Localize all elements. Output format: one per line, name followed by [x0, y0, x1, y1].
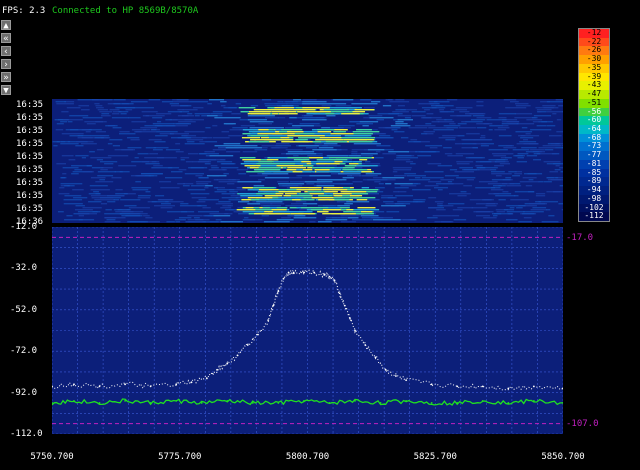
- data-point: [226, 362, 229, 365]
- forward-fast-button[interactable]: »: [1, 72, 11, 83]
- data-point: [205, 377, 208, 380]
- data-point: [374, 356, 377, 359]
- data-point: [379, 402, 382, 404]
- data-point: [175, 383, 178, 386]
- waterfall-display[interactable]: [52, 99, 563, 223]
- data-point: [364, 344, 367, 346]
- left-icon: ‹: [3, 47, 9, 57]
- data-point: [395, 375, 397, 377]
- data-point: [303, 399, 305, 402]
- waterfall-timestamp: 16:35: [16, 204, 44, 214]
- data-point: [456, 402, 459, 404]
- rewind-fast-button[interactable]: «: [1, 33, 11, 44]
- data-point: [257, 333, 259, 336]
- connection-status: Connected to HP 8569B/8570A: [52, 6, 199, 16]
- data-point: [190, 381, 193, 384]
- data-point: [313, 271, 316, 274]
- waterfall-timestamp: 16:35: [16, 113, 44, 123]
- ref-level-top-label: -17.0: [566, 233, 594, 243]
- data-point: [333, 279, 336, 282]
- data-point: [200, 402, 203, 404]
- down-arrow-icon: ▼: [3, 86, 9, 96]
- data-point: [405, 379, 408, 382]
- y-tick-label: -72.0: [10, 346, 38, 357]
- scroll-up-button[interactable]: ▲: [1, 20, 11, 31]
- data-point: [175, 399, 178, 402]
- data-point: [430, 402, 433, 404]
- data-point: [73, 383, 75, 386]
- data-point: [149, 402, 152, 404]
- data-point: [98, 385, 101, 388]
- data-point: [292, 271, 295, 274]
- legend-level: -112: [579, 212, 609, 221]
- waterfall-timestamp: 16:35: [16, 191, 44, 201]
- waterfall-timestamp: 16:35: [16, 178, 44, 188]
- data-point: [481, 399, 484, 402]
- data-point: [236, 354, 239, 357]
- waterfall-timestamp: 16:35: [16, 139, 44, 149]
- y-tick-label: -112.0: [10, 429, 43, 439]
- waterfall-timestamp: 16:35: [16, 152, 44, 162]
- y-tick-label: -32.0: [10, 263, 38, 274]
- waterfall-timestamp: 16:35: [16, 126, 44, 136]
- scroll-down-button[interactable]: ▼: [1, 85, 11, 96]
- data-point: [349, 317, 351, 319]
- spectrum-plot[interactable]: [52, 227, 563, 434]
- data-point: [507, 402, 510, 404]
- data-point: [124, 383, 126, 386]
- data-point: [328, 275, 331, 278]
- data-point: [216, 368, 218, 371]
- data-point: [251, 402, 254, 404]
- data-point: [430, 383, 433, 386]
- data-point: [343, 304, 346, 307]
- data-point: [323, 273, 326, 276]
- x-tick-label: 5775.700: [158, 452, 202, 462]
- data-point: [338, 292, 341, 295]
- forward-button[interactable]: ›: [1, 59, 11, 70]
- waterfall-timestamp: 16:35: [16, 165, 44, 175]
- up-arrow-icon: ▲: [3, 21, 9, 31]
- data-point: [384, 368, 387, 371]
- y-tick-label: -52.0: [10, 304, 38, 315]
- data-point: [73, 399, 75, 402]
- x-tick-label: 5825.700: [413, 452, 457, 462]
- data-point: [226, 399, 229, 402]
- y-tick-label: -12.0: [10, 222, 38, 232]
- x-tick-label: 5800.700: [285, 452, 330, 462]
- y-tick-label: -92.0: [10, 387, 38, 398]
- data-point: [282, 277, 285, 280]
- data-point: [354, 329, 356, 332]
- right-icon: ›: [3, 60, 9, 70]
- data-point: [532, 399, 535, 402]
- rewind-button[interactable]: ‹: [1, 46, 11, 57]
- data-point: [149, 385, 152, 388]
- data-point: [124, 399, 126, 402]
- data-point: [98, 402, 101, 404]
- data-point: [328, 402, 331, 404]
- data-point: [246, 344, 249, 346]
- data-point: [303, 271, 305, 274]
- color-scale-legend: -12 -22 -26 -30 -35 -39 -43 -47 -51 -56 -60 -64 -68-…: [578, 28, 610, 222]
- x-tick-label: 5850.700: [541, 452, 585, 462]
- x-tick-label: 5750.700: [30, 452, 74, 462]
- data-point: [532, 385, 535, 388]
- data-point: [277, 402, 280, 404]
- data-point: [507, 387, 510, 390]
- data-point: [272, 304, 275, 307]
- waterfall-timestamp: 16:35: [16, 100, 44, 110]
- double-right-icon: »: [3, 73, 9, 83]
- data-point: [481, 385, 484, 388]
- data-point: [277, 290, 280, 293]
- fps-readout: FPS: 2.3: [2, 6, 46, 16]
- data-point: [354, 399, 356, 402]
- data-point: [267, 319, 270, 322]
- ref-level-bottom-label: -107.0: [566, 419, 599, 429]
- double-left-icon: «: [3, 34, 9, 44]
- data-point: [456, 385, 459, 388]
- data-point: [287, 271, 290, 274]
- data-point: [405, 399, 408, 402]
